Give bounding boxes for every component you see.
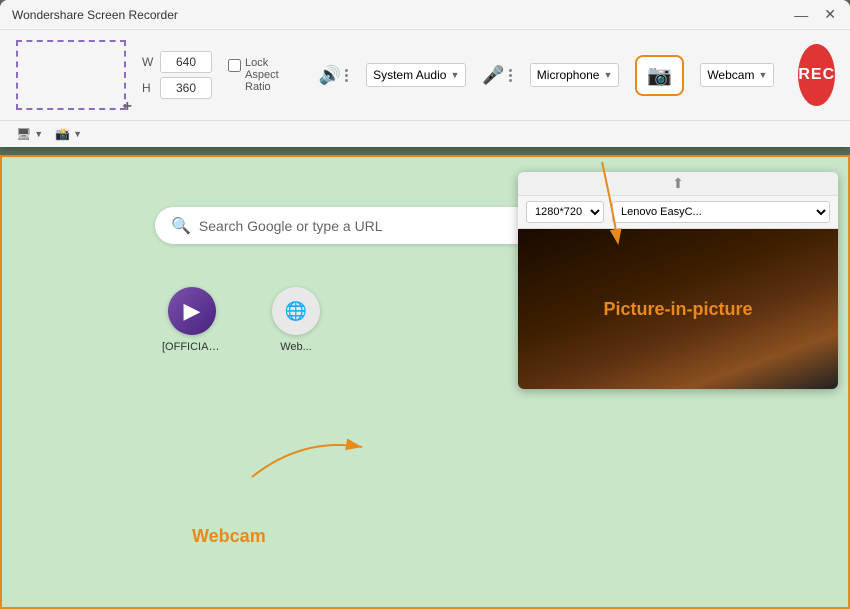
browser-area: 🔍 Search Google or type a URL 🎤 ▶ [OFFIC… (0, 155, 850, 609)
dimensions-group: W H (142, 51, 212, 99)
app-icon-glyph-0: ▶ (184, 298, 201, 324)
webcam-icon: 📷 (647, 63, 672, 88)
title-bar: Wondershare Screen Recorder — ✕ (0, 0, 850, 30)
app-icon-glyph-1: 🌐 (285, 301, 307, 322)
webcam-annotation-label: Webcam (192, 526, 266, 547)
app-icon-circle-0[interactable]: ▶ (168, 287, 216, 335)
corner-bl (0, 595, 14, 609)
system-audio-select[interactable]: System Audio ▼ (366, 63, 466, 87)
lock-aspect-checkbox[interactable] (228, 59, 241, 72)
height-input[interactable] (160, 77, 212, 99)
lock-aspect-label: Lock Aspect Ratio (245, 57, 279, 93)
app-icon-item-0: ▶ [OFFICIAL] W... (162, 287, 222, 353)
rec-button[interactable]: REC (798, 44, 835, 106)
screen-chevron-icon: ▼ (34, 129, 43, 139)
camera-chevron-icon: ▼ (73, 129, 82, 139)
pip-toolbar: 1280*720 Lenovo EasyC... (518, 196, 838, 229)
corner-tl (0, 155, 14, 169)
lock-aspect-group: Lock Aspect Ratio (228, 57, 279, 93)
system-audio-group: 🔊 (319, 65, 350, 86)
webcam-button[interactable]: 📷 (635, 55, 684, 96)
capture-area-rect[interactable] (16, 40, 126, 110)
system-audio-label: System Audio (373, 68, 446, 82)
webcam-arrow-svg (242, 427, 372, 487)
app-icon-label-1: Web... (280, 341, 312, 353)
area-selector[interactable] (16, 40, 126, 110)
main-toolbar: W H Lock Aspect Ratio 🔊 System Audio ▼ (0, 30, 850, 121)
app-icons-area: ▶ [OFFICIAL] W... 🌐 Web... (162, 287, 320, 353)
corner-br (836, 595, 850, 609)
app-icon-circle-1[interactable]: 🌐 (272, 287, 320, 335)
width-label: W (142, 55, 156, 69)
pip-camera-select[interactable]: Lenovo EasyC... (612, 201, 830, 223)
system-audio-chevron: ▼ (450, 70, 459, 80)
corner-tr (836, 155, 850, 169)
speaker-icon: 🔊 (319, 65, 341, 86)
width-row: W (142, 51, 212, 73)
webcam-select[interactable]: Webcam ▼ (700, 63, 774, 87)
height-label: H (142, 81, 156, 95)
screen-tool-button[interactable]: 🖥 ▼ (16, 127, 43, 141)
app-icon-label-0: [OFFICIAL] W... (162, 341, 222, 353)
width-input[interactable] (160, 51, 212, 73)
system-audio-dots (343, 67, 350, 84)
webcam-chevron: ▼ (758, 70, 767, 80)
title-bar-controls: — ✕ (792, 6, 838, 23)
app-icon-item-1: 🌐 Web... (272, 287, 320, 353)
minimize-button[interactable]: — (792, 6, 810, 23)
microphone-dots (507, 67, 514, 84)
camera-icon: 📸 (55, 127, 70, 141)
microphone-select[interactable]: Microphone ▼ (530, 63, 620, 87)
microphone-label: Microphone (537, 68, 600, 82)
window-title: Wondershare Screen Recorder (12, 8, 178, 22)
pip-video-area: Picture-in-picture (518, 229, 838, 389)
microphone-icon: 🎤 (482, 65, 504, 86)
screen-icon: 🖥 (16, 127, 31, 141)
pip-resolution-select[interactable]: 1280*720 (526, 201, 604, 223)
pip-drag-handle[interactable]: ⬆ (672, 175, 684, 192)
microphone-chevron: ▼ (603, 70, 612, 80)
close-button[interactable]: ✕ (822, 6, 838, 23)
pip-picture-label: Picture-in-picture (603, 299, 752, 320)
search-icon: 🔍 (171, 216, 191, 236)
app-window: Wondershare Screen Recorder — ✕ W H Lock… (0, 0, 850, 147)
height-row: H (142, 77, 212, 99)
camera-tool-button[interactable]: 📸 ▼ (55, 127, 82, 141)
webcam-pip-panel: ⬆ 1280*720 Lenovo EasyC... Picture-in-pi… (518, 172, 838, 389)
webcam-label: Webcam (707, 68, 754, 82)
microphone-group: 🎤 (482, 65, 513, 86)
bottom-toolbar: 🖥 ▼ 📸 ▼ (0, 121, 850, 147)
